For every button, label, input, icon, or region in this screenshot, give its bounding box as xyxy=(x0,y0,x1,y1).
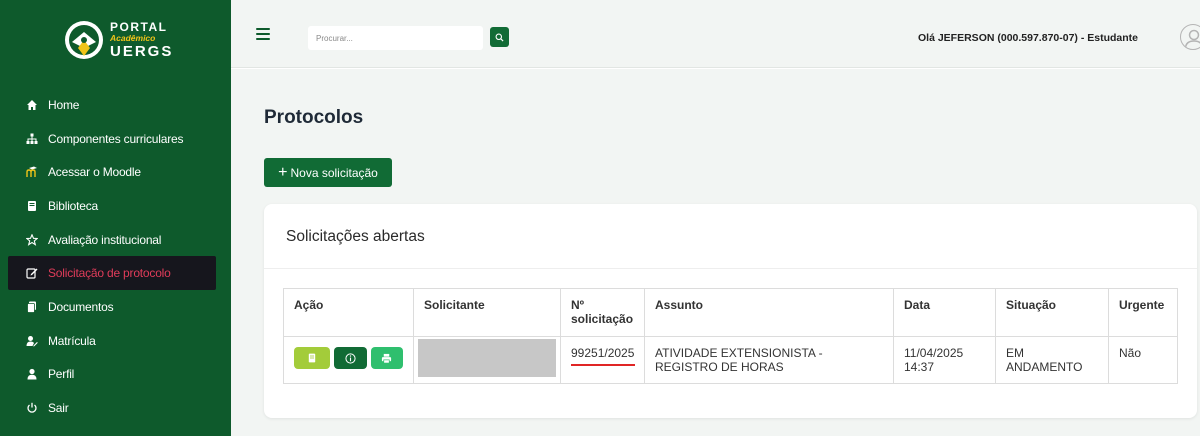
edit-icon xyxy=(26,267,38,279)
sidebar-item-label: Acessar o Moodle xyxy=(48,165,141,180)
sidebar-item-perfil[interactable]: Perfil xyxy=(0,358,231,392)
requester-cell xyxy=(413,336,561,384)
column-header: Solicitante xyxy=(413,288,561,337)
logo-line-academico: Acadêmico xyxy=(110,33,156,44)
highlight-underline xyxy=(571,364,635,366)
request-number: 99251/2025 xyxy=(571,346,635,360)
subject-cell: ATIVIDADE EXTENSIONISTA - REGISTRO DE HO… xyxy=(644,336,894,384)
info-icon xyxy=(345,352,356,364)
view-document-button[interactable] xyxy=(294,347,331,369)
actions-cell xyxy=(283,336,414,384)
date-cell: 11/04/2025 14:37 xyxy=(893,336,996,384)
sidebar-item-avaliacao[interactable]: Avaliação institucional xyxy=(0,223,231,257)
search-input[interactable] xyxy=(308,26,483,50)
sidebar-nav: Home Componentes curriculares Acessar o … xyxy=(0,88,231,425)
sidebar-item-label: Documentos xyxy=(48,299,114,314)
plus-icon: + xyxy=(278,163,288,181)
print-icon xyxy=(382,353,392,363)
requests-table: Ação Solicitante Nº solicitação Assunto … xyxy=(283,288,1178,384)
card-divider xyxy=(264,268,1197,269)
sitemap-icon xyxy=(26,133,38,145)
logo-emblem-icon xyxy=(62,18,106,62)
urgent-cell: Não xyxy=(1108,336,1178,384)
search-icon xyxy=(495,33,504,42)
document-icon xyxy=(308,353,316,363)
print-button[interactable] xyxy=(370,347,403,369)
sidebar-item-label: Componentes curriculares xyxy=(48,131,184,146)
logo-line-portal: PORTAL xyxy=(110,20,168,35)
sidebar-item-moodle[interactable]: Acessar o Moodle xyxy=(0,155,231,189)
sidebar-item-label: Biblioteca xyxy=(48,198,99,213)
user-edit-icon xyxy=(26,335,38,347)
sidebar-item-documentos[interactable]: Documentos xyxy=(0,290,231,324)
menu-toggle-icon[interactable] xyxy=(256,28,270,40)
sidebar-item-matricula[interactable]: Matrícula xyxy=(0,324,231,358)
new-request-label: Nova solicitação xyxy=(290,165,378,180)
book-icon xyxy=(26,200,38,212)
column-header: Urgente xyxy=(1108,288,1178,337)
logo-line-uergs: UERGS xyxy=(110,42,174,60)
column-header: Data xyxy=(893,288,996,337)
sidebar-item-label: Sair xyxy=(48,401,69,416)
sidebar: PORTAL Acadêmico UERGS Home Componentes … xyxy=(0,0,231,436)
home-icon xyxy=(26,99,38,111)
column-header: Nº solicitação xyxy=(560,288,645,337)
avatar[interactable] xyxy=(1180,24,1200,50)
user-avatar-icon xyxy=(1184,29,1200,49)
sidebar-item-label: Matrícula xyxy=(48,333,96,348)
portal-logo[interactable]: PORTAL Acadêmico UERGS xyxy=(62,14,192,66)
star-icon xyxy=(26,233,38,246)
new-request-button[interactable]: + Nova solicitação xyxy=(264,158,392,187)
card-title: Solicitações abertas xyxy=(286,228,425,245)
main-content: Protocolos + Nova solicitação Solicitaçõ… xyxy=(231,69,1200,436)
sidebar-item-label: Solicitação de protocolo xyxy=(48,266,171,281)
search-button[interactable] xyxy=(490,27,509,47)
sidebar-item-protocolo[interactable]: Solicitação de protocolo xyxy=(8,256,216,291)
sidebar-item-label: Perfil xyxy=(48,367,75,382)
column-header: Situação xyxy=(995,288,1109,337)
page-title: Protocolos xyxy=(264,107,364,128)
table-header-row: Ação Solicitante Nº solicitação Assunto … xyxy=(283,288,1178,337)
moodle-icon xyxy=(26,166,38,178)
request-number-cell: 99251/2025 xyxy=(560,336,645,384)
sidebar-item-componentes[interactable]: Componentes curriculares xyxy=(0,122,231,156)
documents-icon xyxy=(26,301,38,313)
open-requests-card: Solicitações abertas Ação Solicitante Nº… xyxy=(264,204,1197,418)
user-icon xyxy=(26,368,38,380)
sidebar-item-biblioteca[interactable]: Biblioteca xyxy=(0,189,231,223)
request-number-link[interactable]: 99251/2025 xyxy=(571,346,635,366)
sidebar-item-sair[interactable]: Sair xyxy=(0,391,231,425)
top-bar: Olá JEFERSON (000.597.870-07) - Estudant… xyxy=(231,0,1200,68)
user-greeting: Olá JEFERSON (000.597.870-07) - Estudant… xyxy=(918,32,1139,44)
sidebar-item-label: Home xyxy=(48,97,80,112)
column-header: Assunto xyxy=(644,288,894,337)
details-button[interactable] xyxy=(334,347,367,369)
column-header: Ação xyxy=(283,288,414,337)
sidebar-item-label: Avaliação institucional xyxy=(48,232,162,247)
status-cell: EM ANDAMENTO xyxy=(995,336,1109,384)
table-row: 99251/2025 ATIVIDADE EXTENSIONISTA - REG… xyxy=(283,336,1178,384)
power-icon xyxy=(26,402,38,414)
redacted-requester xyxy=(418,339,556,377)
sidebar-item-home[interactable]: Home xyxy=(0,88,231,122)
